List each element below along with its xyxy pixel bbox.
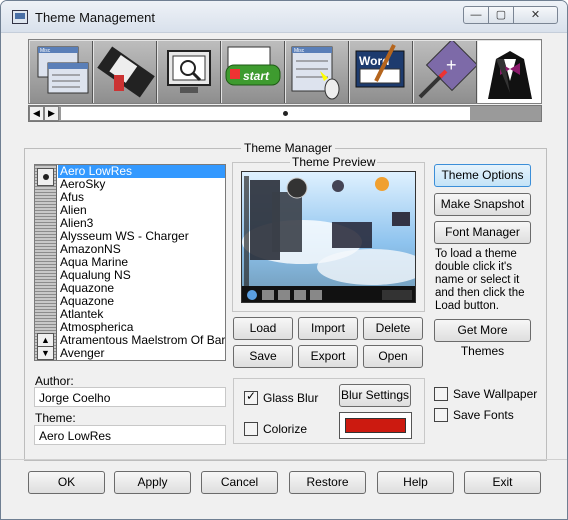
theme-list-scrollbar[interactable]: ▲ ▼: [35, 165, 57, 360]
film-tool-button[interactable]: [94, 41, 157, 103]
help-button[interactable]: Help: [377, 471, 454, 494]
close-button[interactable]: ✕: [513, 6, 558, 24]
brush-add-icon: +: [418, 41, 476, 99]
load-instructions-text: To load a theme double click it's name o…: [435, 248, 525, 312]
app-icon: [12, 10, 28, 24]
theme-management-window: Theme Management — ▢ ✕ Misc start Misc W…: [0, 0, 568, 520]
restore-button[interactable]: Restore: [289, 471, 366, 494]
theme-label: Theme:: [35, 411, 76, 425]
theme-name-field[interactable]: Aero LowRes: [34, 425, 226, 445]
svg-text:+: +: [446, 55, 457, 75]
delete-button[interactable]: Delete: [363, 317, 423, 340]
import-button[interactable]: Import: [298, 317, 358, 340]
start-icon-text: start: [243, 69, 270, 83]
word-info-tool-button[interactable]: Word: [350, 41, 413, 103]
save-wallpaper-label: Save Wallpaper: [453, 387, 538, 401]
get-more-themes-button[interactable]: Get More Themes: [434, 319, 531, 358]
theme-list-item[interactable]: Atlantek: [58, 308, 225, 321]
theme-tool-button[interactable]: [478, 41, 541, 103]
exit-button[interactable]: Exit: [464, 471, 541, 494]
menu-layout-icon-text: Misc: [40, 48, 51, 54]
theme-preview-label: Theme Preview: [290, 155, 378, 169]
tool-icon-strip: Misc start Misc Word +: [28, 39, 542, 104]
maximize-button[interactable]: ▢: [488, 6, 514, 24]
title-bar[interactable]: Theme Management — ▢ ✕: [1, 1, 567, 33]
theme-list-item[interactable]: Aquazone: [58, 295, 225, 308]
open-button[interactable]: Open: [363, 345, 423, 368]
author-field[interactable]: Jorge Coelho: [34, 387, 226, 407]
make-snapshot-button[interactable]: Make Snapshot: [434, 193, 531, 216]
screensaver-icon: [167, 50, 211, 93]
blur-settings-button[interactable]: Blur Settings: [339, 384, 411, 407]
start-button-tool-button[interactable]: start: [222, 41, 285, 103]
tuxedo-icon: [488, 51, 532, 99]
export-button[interactable]: Export: [298, 345, 358, 368]
theme-list-item[interactable]: AeroSky: [58, 178, 225, 191]
menu-layout-icon: Misc: [37, 46, 89, 94]
theme-list-item[interactable]: Aqualung NS: [58, 269, 225, 282]
color-swatch: [345, 418, 406, 433]
theme-list-items: Aero LowRes AeroSky Afus Alien Alien3 Alysseu…: [58, 165, 225, 360]
save-fonts-checkbox[interactable]: [434, 408, 448, 422]
glass-blur-checkbox[interactable]: [244, 389, 258, 405]
theme-list-item[interactable]: Alien3: [58, 217, 225, 230]
brush-add-tool-button[interactable]: +: [414, 41, 477, 103]
theme-list-item[interactable]: Atramentous Maelstrom Of Barathrum: [58, 334, 225, 347]
toolbar-scrollbar[interactable]: ◀ ▶: [28, 105, 542, 122]
theme-list-item[interactable]: Avenger: [58, 347, 225, 360]
theme-list-down-button[interactable]: ▼: [37, 346, 54, 360]
scroll-thumb[interactable]: [283, 111, 288, 116]
menu-layout-tool-button[interactable]: Misc: [30, 41, 93, 103]
context-menu-tool-button[interactable]: Misc: [286, 41, 349, 103]
minimize-button[interactable]: —: [463, 6, 489, 24]
theme-list-item[interactable]: Atmospherica: [58, 321, 225, 334]
save-button[interactable]: Save: [233, 345, 293, 368]
theme-list-up-button[interactable]: ▲: [37, 333, 54, 347]
theme-list-scroll-thumb[interactable]: [37, 168, 54, 186]
theme-list[interactable]: ▲ ▼ Aero LowRes AeroSky Afus Alien Alien3 Aly…: [34, 164, 226, 361]
colorize-checkbox[interactable]: [244, 422, 258, 436]
apply-button[interactable]: Apply: [114, 471, 191, 494]
desktop-preview-art: [242, 176, 415, 302]
scroll-track[interactable]: [61, 107, 470, 120]
theme-manager-label: Theme Manager: [241, 141, 336, 155]
screensaver-tool-button[interactable]: [158, 41, 221, 103]
context-menu-icon-text: Misc: [294, 48, 305, 54]
colorize-color-picker[interactable]: [339, 412, 412, 439]
theme-list-item[interactable]: Aero LowRes: [58, 165, 225, 178]
author-label: Author:: [35, 374, 74, 388]
theme-preview-image: [241, 171, 416, 303]
theme-list-item[interactable]: Alien: [58, 204, 225, 217]
theme-list-item[interactable]: Aquazone: [58, 282, 225, 295]
window-title: Theme Management: [35, 10, 155, 25]
context-menu-icon: Misc: [291, 46, 340, 100]
colorize-label: Colorize: [263, 422, 308, 436]
load-button[interactable]: Load: [233, 317, 293, 340]
theme-list-item[interactable]: Aqua Marine: [58, 256, 225, 269]
save-wallpaper-checkbox[interactable]: [434, 387, 448, 401]
start-button-icon: start: [225, 46, 281, 86]
footer-divider: [1, 459, 567, 460]
glass-blur-label: Glass Blur: [263, 391, 319, 405]
font-manager-button[interactable]: Font Manager: [434, 221, 531, 244]
theme-list-item[interactable]: Alysseum WS - Charger: [58, 230, 225, 243]
save-fonts-label: Save Fonts: [453, 408, 514, 422]
theme-list-item[interactable]: Afus: [58, 191, 225, 204]
cancel-button[interactable]: Cancel: [201, 471, 278, 494]
film-strip-icon: [97, 46, 155, 98]
scroll-left-button[interactable]: ◀: [29, 106, 44, 121]
theme-list-item[interactable]: AmazonNS: [58, 243, 225, 256]
word-info-icon: Word: [355, 44, 405, 88]
scroll-right-button[interactable]: ▶: [44, 106, 59, 121]
ok-button[interactable]: OK: [28, 471, 105, 494]
theme-options-button[interactable]: Theme Options: [434, 164, 531, 187]
